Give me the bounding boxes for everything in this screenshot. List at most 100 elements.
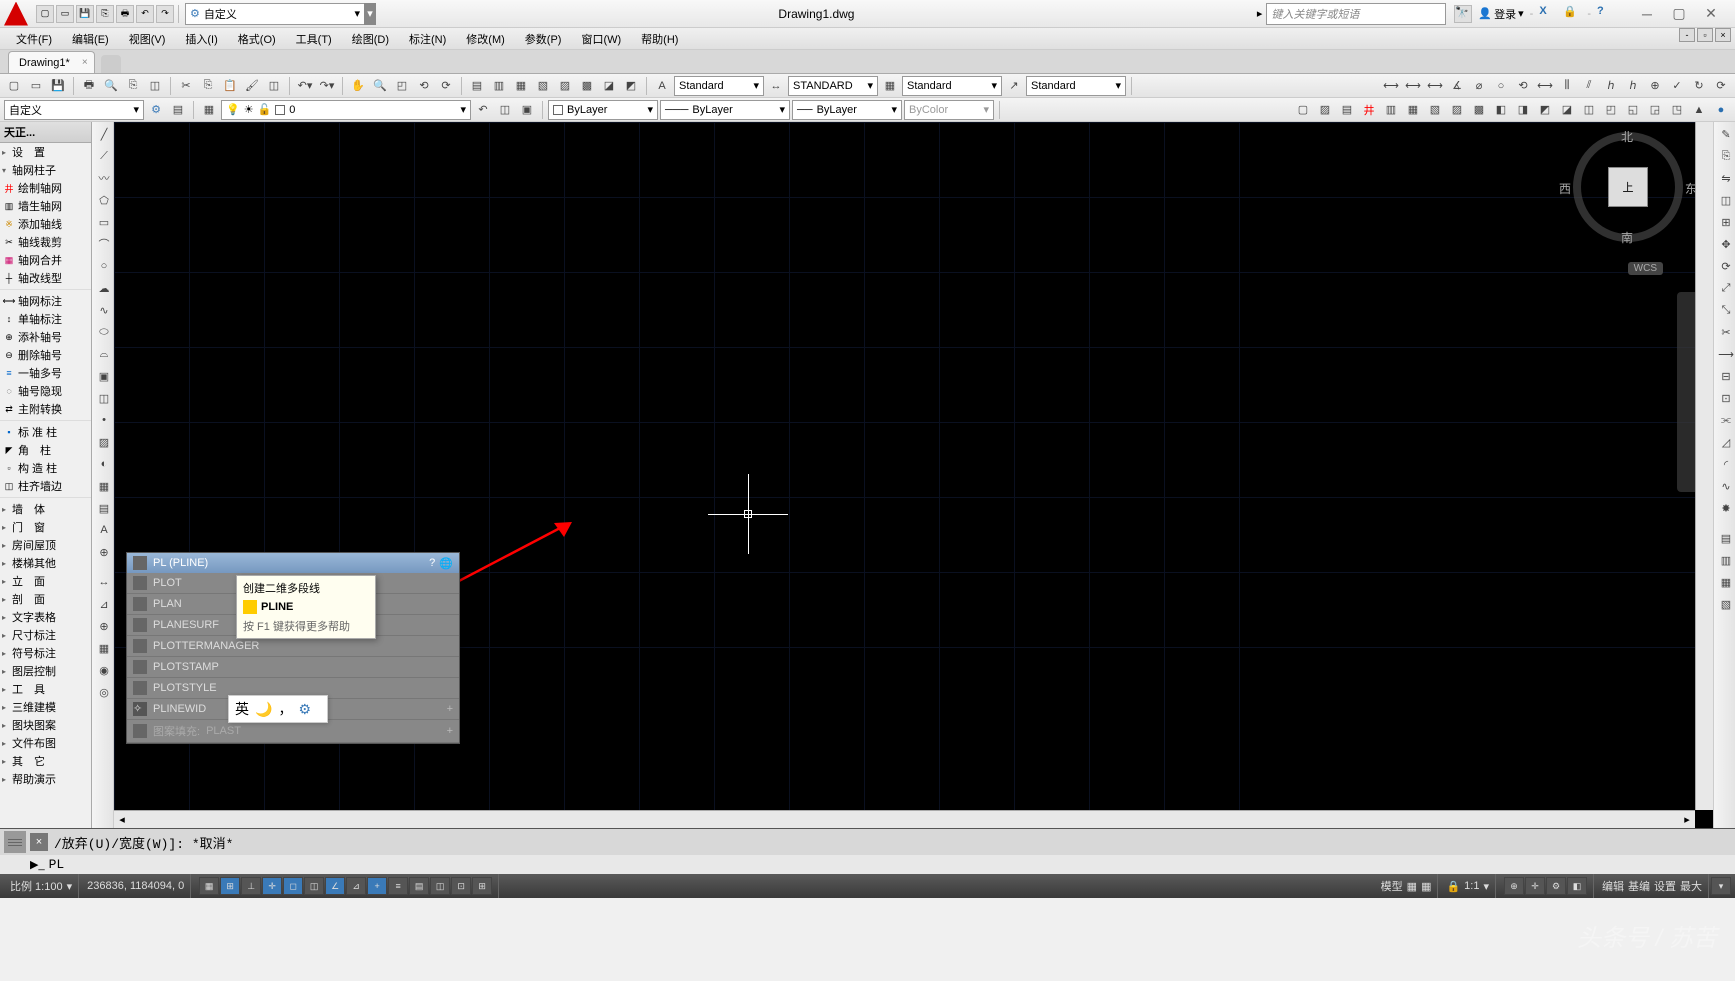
m1-icon[interactable]: ▢: [1293, 100, 1313, 120]
tree-axis-3[interactable]: ✂轴线裁剪: [0, 233, 91, 251]
pan-icon[interactable]: ✋: [348, 76, 368, 96]
menu-edit[interactable]: 编辑(E): [64, 29, 117, 49]
qcalc-icon[interactable]: ▩: [577, 76, 597, 96]
m9-icon[interactable]: ▩: [1469, 100, 1489, 120]
tree-more-12[interactable]: ▸图块图案: [0, 716, 91, 734]
m14-icon[interactable]: ◫: [1579, 100, 1599, 120]
layer-prev-icon[interactable]: ↶: [473, 100, 493, 120]
menu-file[interactable]: 文件(F): [8, 29, 60, 49]
menu-view[interactable]: 视图(V): [121, 29, 174, 49]
infocenter-search[interactable]: 键入关键字或短语: [1266, 3, 1446, 25]
sb-tab-max[interactable]: 最大: [1680, 878, 1702, 894]
dim3-icon[interactable]: ⟷: [1425, 76, 1445, 96]
sb-tab-set[interactable]: 设置: [1654, 878, 1676, 894]
preview-icon[interactable]: 🔍: [101, 76, 121, 96]
sb-r2[interactable]: ✛: [1525, 877, 1545, 895]
break2-icon[interactable]: ⊡: [1716, 388, 1735, 408]
cmd-input[interactable]: PL: [49, 857, 65, 872]
layer-dropdown[interactable]: 💡☀🔓 0▾: [221, 100, 471, 120]
qat-redo-icon[interactable]: ↷: [156, 5, 174, 23]
dim13-icon[interactable]: ⊕: [1645, 76, 1665, 96]
tree-ax2-5[interactable]: ◌轴号隐现: [0, 382, 91, 400]
sb-am[interactable]: ⊞: [472, 877, 492, 895]
cmd-grip[interactable]: [4, 831, 26, 853]
new-icon[interactable]: ▢: [4, 76, 24, 96]
tree-ax2-6[interactable]: ⇄主附转换: [0, 400, 91, 418]
scale-icon[interactable]: ⤢: [1716, 278, 1735, 298]
r2-icon[interactable]: ▥: [1716, 550, 1735, 570]
tree-more-8[interactable]: ▸符号标注: [0, 644, 91, 662]
m11-icon[interactable]: ◨: [1513, 100, 1533, 120]
viewcube[interactable]: 上 北 南 西 东: [1573, 132, 1683, 242]
sb-r1[interactable]: ⊕: [1504, 877, 1524, 895]
tree-axis-1[interactable]: ▥墙生轴网: [0, 197, 91, 215]
qat-print-icon[interactable]: 🖶: [116, 5, 134, 23]
dim10-icon[interactable]: ⫽: [1579, 76, 1599, 96]
dim12-icon[interactable]: ℎ: [1623, 76, 1643, 96]
ac-item-plotstamp[interactable]: PLOTSTAMP: [127, 657, 459, 678]
qat-undo-icon[interactable]: ↶: [136, 5, 154, 23]
save-icon[interactable]: 💾: [48, 76, 68, 96]
fillet-icon[interactable]: ◜: [1716, 454, 1735, 474]
tree-more-9[interactable]: ▸图层控制: [0, 662, 91, 680]
array-icon[interactable]: ⊞: [1716, 212, 1735, 232]
r3-icon[interactable]: ▦: [1716, 572, 1735, 592]
spline-icon[interactable]: ∿: [94, 300, 114, 320]
paste-icon[interactable]: 📋: [220, 76, 240, 96]
measure1-icon[interactable]: ↔: [94, 572, 114, 592]
tree-col-0[interactable]: ▪标 准 柱: [0, 423, 91, 441]
copy2-icon[interactable]: ⎘: [1716, 146, 1735, 166]
layer-match-icon[interactable]: ▣: [517, 100, 537, 120]
m15-icon[interactable]: ◰: [1601, 100, 1621, 120]
sb-grid[interactable]: ⊞: [220, 877, 240, 895]
dimstyle-icon[interactable]: ↔: [766, 76, 786, 96]
explode-icon[interactable]: ✸: [1716, 498, 1735, 518]
sb-tpy[interactable]: ▤: [409, 877, 429, 895]
point-icon[interactable]: •: [94, 410, 114, 430]
publish-icon[interactable]: ⎘: [123, 76, 143, 96]
tree-col-2[interactable]: ▫构 造 柱: [0, 459, 91, 477]
chamfer-icon[interactable]: ◿: [1716, 432, 1735, 452]
textstyle-A-icon[interactable]: A: [652, 76, 672, 96]
menu-help[interactable]: 帮助(H): [633, 29, 686, 49]
m7-icon[interactable]: ▧: [1425, 100, 1445, 120]
tree-more-1[interactable]: ▸门 窗: [0, 518, 91, 536]
menu-dimension[interactable]: 标注(N): [401, 29, 454, 49]
measure6-icon[interactable]: ◎: [94, 682, 114, 702]
tree-group-axis[interactable]: ▾轴网柱子: [0, 161, 91, 179]
globe-icon[interactable]: 🌐: [439, 557, 453, 570]
m12-icon[interactable]: ◩: [1535, 100, 1555, 120]
sb-annoscale[interactable]: 🔒1:1▾: [1440, 874, 1496, 898]
insert-icon[interactable]: ▣: [94, 366, 114, 386]
menu-format[interactable]: 格式(O): [230, 29, 284, 49]
tree-more-14[interactable]: ▸其 它: [0, 752, 91, 770]
polygon-icon[interactable]: ⬠: [94, 190, 114, 210]
tree-more-7[interactable]: ▸尺寸标注: [0, 626, 91, 644]
tree-ax2-0[interactable]: ⟷轴网标注: [0, 292, 91, 310]
layer-manager-icon[interactable]: ▦: [199, 100, 219, 120]
textstyle-dropdown[interactable]: Standard▾: [674, 76, 764, 96]
m4-icon[interactable]: 井: [1359, 100, 1379, 120]
mdi-minimize[interactable]: -: [1679, 28, 1695, 42]
search-binoculars-icon[interactable]: 🔭: [1454, 5, 1472, 23]
sb-scale[interactable]: 比例 1:100▾: [4, 874, 79, 898]
clean-icon[interactable]: ◩: [621, 76, 641, 96]
sb-osnap[interactable]: ◻: [283, 877, 303, 895]
m13-icon[interactable]: ◪: [1557, 100, 1577, 120]
mleaderstyle-dropdown[interactable]: Standard▾: [1026, 76, 1126, 96]
m8-icon[interactable]: ▨: [1447, 100, 1467, 120]
layer-settings-icon[interactable]: ⚙: [146, 100, 166, 120]
qat-saveas-icon[interactable]: ⎘: [96, 5, 114, 23]
menu-parametric[interactable]: 参数(P): [517, 29, 570, 49]
table-icon[interactable]: ▤: [94, 498, 114, 518]
m6-icon[interactable]: ▦: [1403, 100, 1423, 120]
tree-more-10[interactable]: ▸工 具: [0, 680, 91, 698]
dc-icon[interactable]: ▥: [489, 76, 509, 96]
app-icon[interactable]: [4, 2, 28, 26]
extend-icon[interactable]: ⟶: [1716, 344, 1735, 364]
sb-ducs[interactable]: ⊿: [346, 877, 366, 895]
tree-ax2-1[interactable]: ↕单轴标注: [0, 310, 91, 328]
sb-tab-base[interactable]: 基编: [1628, 878, 1650, 894]
help-icon[interactable]: ?: [1597, 5, 1615, 23]
redo-icon[interactable]: ↷▾: [317, 76, 337, 96]
